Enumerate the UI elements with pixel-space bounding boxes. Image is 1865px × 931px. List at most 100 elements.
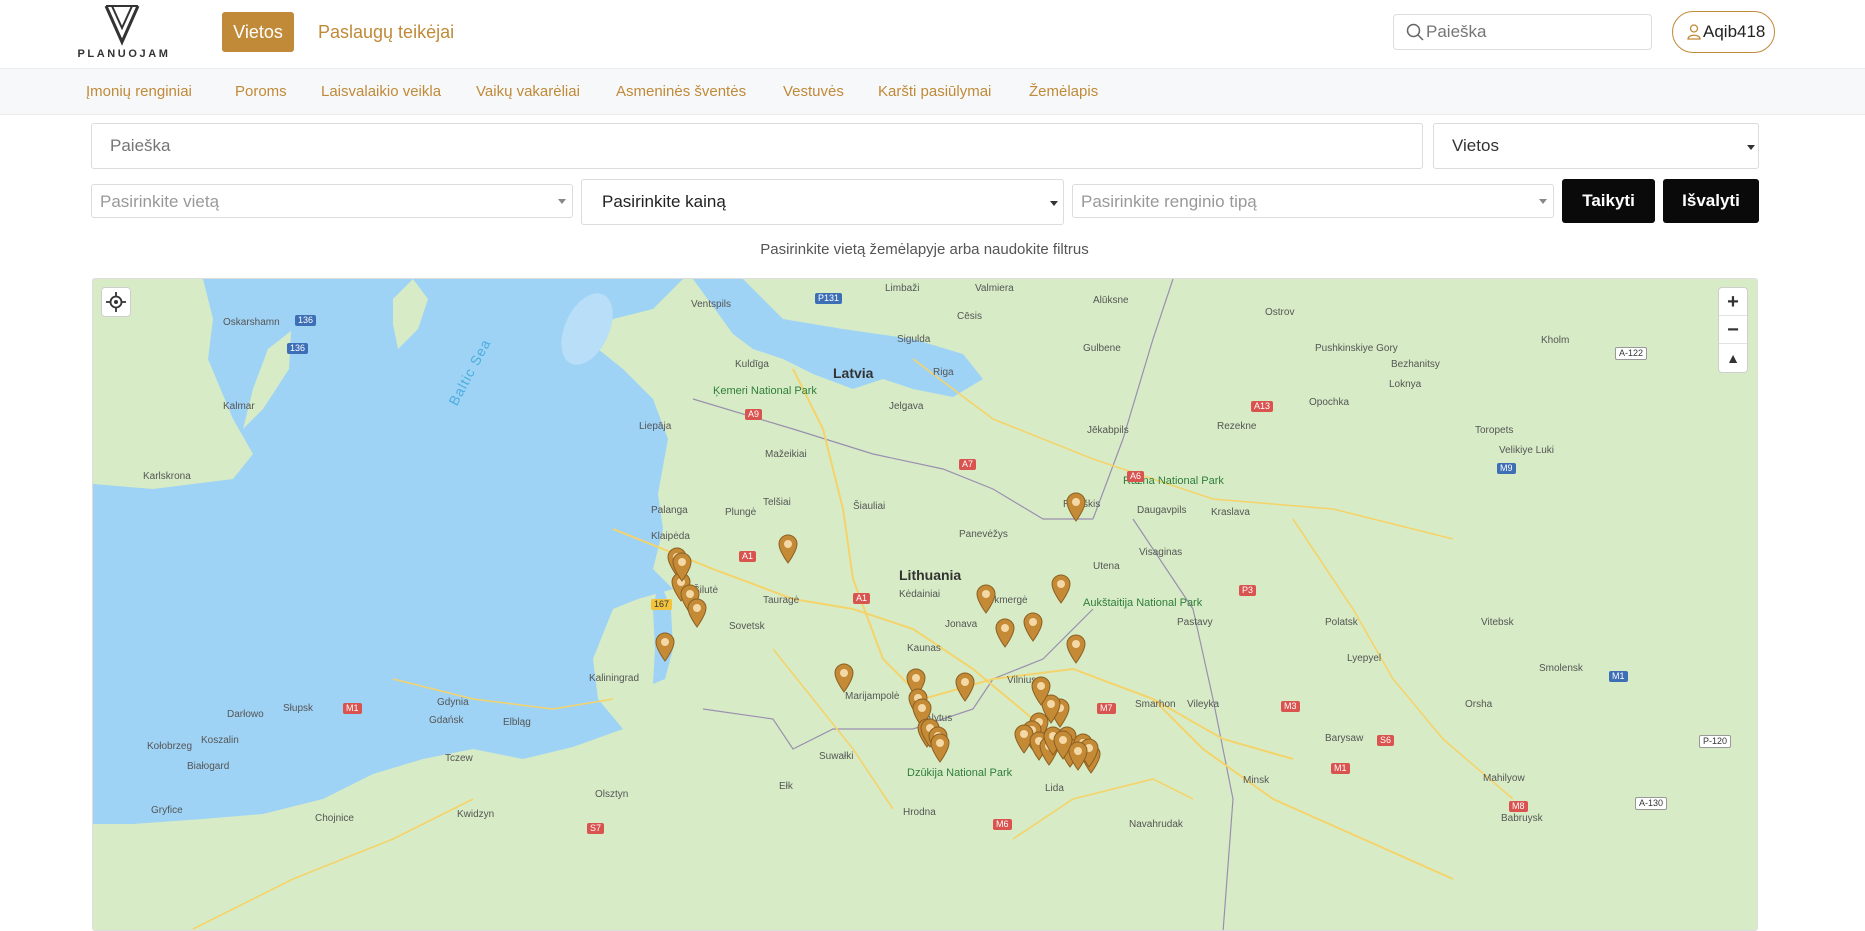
road-shield: M7 xyxy=(1097,703,1116,714)
geolocate-button[interactable] xyxy=(101,287,131,317)
map-label-city: Kołobrzeg xyxy=(147,741,193,752)
map-label-city: Gdańsk xyxy=(429,715,464,726)
category-vaiku-vakareliai[interactable]: Vaikų vakarėliai xyxy=(476,69,580,115)
map-label-city: Liepāja xyxy=(639,421,672,432)
venue-pin[interactable] xyxy=(1050,574,1072,604)
user-icon xyxy=(1687,24,1701,40)
map-label-country: Latvia xyxy=(833,365,874,381)
map-marker-icon xyxy=(1031,676,1051,706)
road-shield: M8 xyxy=(1509,801,1528,812)
map-label-city: Barysaw xyxy=(1325,733,1364,744)
road-shield: M9 xyxy=(1497,463,1516,474)
map-label-city: Opochka xyxy=(1309,397,1350,408)
road-shield: A1 xyxy=(739,551,757,562)
chevron-down-icon xyxy=(1050,201,1058,206)
map-label-city: Gulbene xyxy=(1083,343,1121,354)
map-label-park: Aukštaitija National Park xyxy=(1083,597,1203,609)
nav-vietos[interactable]: Vietos xyxy=(222,12,294,52)
map-label-city: Chojnice xyxy=(315,813,354,824)
map-marker-icon xyxy=(976,584,996,614)
venue-pin[interactable] xyxy=(1022,612,1044,642)
map-label-city: Kalmar xyxy=(223,401,255,412)
apply-button[interactable]: Taikyti xyxy=(1562,179,1655,223)
map-marker-icon xyxy=(995,618,1015,648)
map-label-city: Tauragė xyxy=(763,595,800,606)
venue-pin[interactable] xyxy=(671,552,693,582)
road-shield: A-130 xyxy=(1635,797,1668,810)
map-label-city: Hrodna xyxy=(903,807,936,818)
venue-pin[interactable] xyxy=(1067,741,1089,771)
map-marker-icon xyxy=(1066,634,1086,664)
road-shield: S6 xyxy=(1377,735,1395,746)
compass-button[interactable]: ▲ xyxy=(1719,344,1747,372)
map-marker-icon xyxy=(1068,741,1088,771)
user-menu-button[interactable]: Aqib418 xyxy=(1672,11,1775,53)
map-label-city: Kėdainiai xyxy=(899,589,941,600)
map-label-city: Minsk xyxy=(1243,775,1270,786)
venue-pin[interactable] xyxy=(777,534,799,564)
map-label-city: Kaunas xyxy=(907,643,941,654)
header-search-input[interactable] xyxy=(1426,15,1646,49)
venue-pin[interactable] xyxy=(1065,634,1087,664)
road-shield: A6 xyxy=(1127,471,1145,482)
map-label-country: Lithuania xyxy=(899,567,962,583)
nav-paslaugu-teikejai[interactable]: Paslaugų teikėjai xyxy=(306,12,466,52)
map-label-city: Białogard xyxy=(187,761,230,772)
map-label-city: Pushkinskiye Gory xyxy=(1315,343,1398,354)
venue-pin[interactable] xyxy=(686,598,708,628)
map-marker-icon xyxy=(687,598,707,628)
venue-pin[interactable] xyxy=(975,584,997,614)
zoom-in-button[interactable]: + xyxy=(1719,288,1747,316)
category-zemelapis[interactable]: Žemėlapis xyxy=(1029,69,1098,115)
venue-pin[interactable] xyxy=(1030,676,1052,706)
venue-pin[interactable] xyxy=(654,632,676,662)
venue-pin[interactable] xyxy=(954,672,976,702)
venue-pin[interactable] xyxy=(994,618,1016,648)
chevron-down-icon xyxy=(1747,145,1755,150)
map-label-city: Sovetsk xyxy=(729,621,765,632)
location-select[interactable]: Pasirinkite vietą xyxy=(91,184,573,218)
road-shield: P-120 xyxy=(1699,735,1732,748)
map-label-city: Smolensk xyxy=(1539,663,1583,674)
search-icon xyxy=(1406,23,1424,41)
venue-pin[interactable] xyxy=(929,733,951,763)
map-label-city: Polatsk xyxy=(1325,617,1358,628)
map-label-city: Kholm xyxy=(1541,335,1570,346)
map-label-city: Klaipėda xyxy=(651,531,690,542)
category-imoniu-renginiai[interactable]: Įmonių renginiai xyxy=(86,69,192,115)
map[interactable]: Latvia Lithuania Baltic Sea Ķemeri Natio… xyxy=(92,278,1758,931)
zoom-out-button[interactable]: − xyxy=(1719,316,1747,344)
header-search[interactable] xyxy=(1393,14,1652,50)
event-type-select[interactable]: Pasirinkite renginio tipą xyxy=(1072,184,1554,218)
main-search-field[interactable] xyxy=(91,123,1423,169)
type-select[interactable]: Vietos xyxy=(1433,123,1759,169)
road-shield: P131 xyxy=(815,293,843,304)
brand-name: PLANUOJAM xyxy=(77,48,171,60)
venue-pin[interactable] xyxy=(833,663,855,693)
map-label-city: Ventspils xyxy=(691,299,732,310)
user-name: Aqib418 xyxy=(1703,22,1766,41)
category-asmenines-sventes[interactable]: Asmeninės šventės xyxy=(616,69,746,115)
map-label-city: Plungė xyxy=(725,507,757,518)
map-label-city: Navahrudak xyxy=(1129,819,1183,830)
map-label-city: Koszalin xyxy=(201,735,239,746)
map-label-city: Šiauliai xyxy=(853,501,886,512)
venue-pin[interactable] xyxy=(1065,492,1087,522)
main-search-input[interactable] xyxy=(110,124,1307,168)
category-vestuves[interactable]: Vestuvės xyxy=(783,69,844,115)
map-label-city: Tczew xyxy=(445,753,473,764)
top-navbar: PLANUOJAM Vietos Paslaugų teikėjai Aqib4… xyxy=(0,0,1865,69)
map-label-city: Vileyka xyxy=(1187,699,1220,710)
planuojam-logo[interactable]: PLANUOJAM xyxy=(72,0,176,66)
map-label-city: Orsha xyxy=(1465,699,1493,710)
clear-button[interactable]: Išvalyti xyxy=(1663,179,1759,223)
road-shield: A13 xyxy=(1251,401,1274,412)
map-marker-icon xyxy=(1066,492,1086,522)
road-shield: A-122 xyxy=(1615,347,1648,360)
price-select[interactable]: Pasirinkite kainą xyxy=(581,179,1064,225)
category-laisvalaikio-veikla[interactable]: Laisvalaikio veikla xyxy=(321,69,441,115)
road-shield: M1 xyxy=(1609,671,1628,682)
category-poroms[interactable]: Poroms xyxy=(235,69,287,115)
category-karsti-pasiulymai[interactable]: Karšti pasiūlymai xyxy=(878,69,991,115)
location-select-placeholder: Pasirinkite vietą xyxy=(100,192,220,211)
